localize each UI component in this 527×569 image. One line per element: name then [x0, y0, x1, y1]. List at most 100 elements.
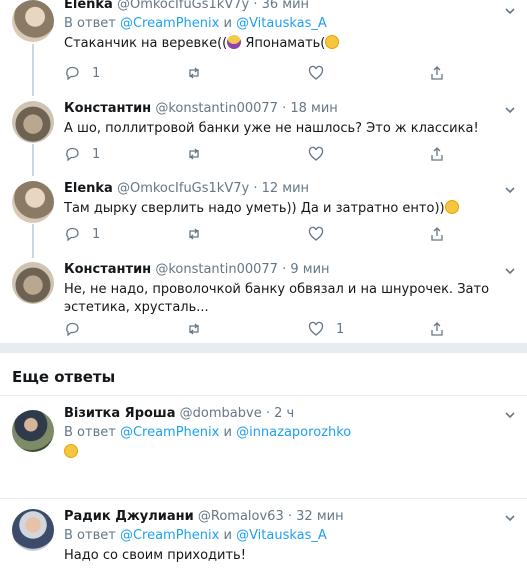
reply-prefix: В ответ	[64, 425, 116, 440]
reply-prefix: В ответ	[64, 528, 116, 543]
tweet-text: Не, не надо, проволочкой банку обвязал и…	[64, 282, 490, 315]
user-name[interactable]: Elenka	[64, 0, 113, 12]
separator-dot: ·	[265, 406, 270, 421]
retweet-icon	[189, 323, 199, 335]
mention-link[interactable]: @CreamPhenix	[120, 16, 219, 31]
retweet-button[interactable]	[186, 65, 202, 81]
timestamp[interactable]: 18 мин	[290, 101, 337, 116]
tweet-text: А шо, поллитровой банки уже не нашлось? …	[64, 121, 479, 136]
avatar[interactable]	[12, 0, 54, 42]
like-button[interactable]	[308, 65, 324, 81]
retweet-button[interactable]	[186, 321, 202, 337]
tweet-text-part: Там дырку сверлить надо уметь)) Да и зат…	[64, 201, 445, 216]
tweet-actions: 1	[64, 146, 454, 164]
like-button[interactable]	[308, 146, 324, 162]
mention-link[interactable]: @CreamPhenix	[120, 528, 219, 543]
rolling-on-floor-laughing-emoji	[61, 441, 81, 461]
chevron-down-icon[interactable]	[503, 511, 517, 525]
mention-link[interactable]: @CreamPhenix	[120, 425, 219, 440]
user-handle[interactable]: @konstantin00077	[155, 262, 278, 277]
timestamp[interactable]: 12 мин	[262, 181, 309, 196]
timestamp[interactable]: 2 ч	[274, 406, 294, 421]
share-button[interactable]	[429, 65, 445, 81]
like-button[interactable]: 1	[308, 321, 344, 337]
avatar[interactable]	[12, 509, 54, 551]
user-name[interactable]: Візитка Яроша	[64, 406, 176, 421]
retweet-icon	[189, 148, 199, 160]
mention-link[interactable]: @innazaporozhko	[236, 425, 351, 440]
tweet-actions: 1	[64, 321, 454, 339]
retweet-icon	[189, 67, 199, 79]
tweet-header: Константин @konstantin00077 · 9 мин	[64, 262, 515, 278]
reply-button[interactable]: 1	[64, 65, 100, 81]
tweet-header: Візитка Яроша @dombabve · 2 ч	[64, 406, 515, 422]
avatar[interactable]	[12, 101, 54, 143]
user-handle[interactable]: @konstantin00077	[155, 101, 278, 116]
reply-button[interactable]	[64, 321, 92, 337]
tweet-actions: 1	[64, 226, 454, 244]
mention-link[interactable]: @Vitauskas_A	[236, 16, 327, 31]
heart-icon	[308, 321, 324, 336]
avatar[interactable]	[12, 262, 54, 304]
like-count: 1	[336, 321, 345, 337]
tweet-header: Радик Джулиани @Romalov63 · 32 мин	[64, 509, 515, 525]
chevron-down-icon[interactable]	[503, 103, 517, 117]
reply-icon	[66, 147, 79, 162]
reply-button[interactable]: 1	[64, 226, 100, 242]
section-separator	[0, 343, 527, 353]
tweet-header: Константин @konstantin00077 · 18 мин	[64, 101, 515, 117]
reply-count: 1	[92, 226, 101, 242]
user-name[interactable]: Константин	[64, 101, 151, 116]
reply-and: и	[223, 425, 232, 440]
timestamp[interactable]: 32 мин	[296, 509, 343, 524]
retweet-button[interactable]	[186, 226, 202, 242]
share-button[interactable]	[429, 146, 445, 162]
chevron-down-icon[interactable]	[503, 4, 517, 18]
tweet[interactable]: Радик Джулиани @Romalov63 · 32 мин В отв…	[0, 509, 527, 569]
mention-link[interactable]: @Vitauskas_A	[236, 528, 327, 543]
retweet-icon	[189, 228, 199, 240]
tweet[interactable]: Візитка Яроша @dombabve · 2 ч В ответ @C…	[0, 406, 527, 486]
reply-icon	[66, 66, 79, 81]
tweet-text: Там дырку сверлить надо уметь)) Да и зат…	[64, 200, 515, 218]
separator-dot: ·	[282, 101, 287, 116]
reply-to: В ответ @CreamPhenix и @Vitauskas_A	[64, 15, 515, 32]
reply-button[interactable]: 1	[64, 146, 100, 162]
divider	[0, 498, 527, 499]
tweet-text: Стаканчик на веревке(( Японамать(	[64, 35, 515, 53]
avatar[interactable]	[12, 181, 54, 223]
user-name[interactable]: Elenka	[64, 181, 113, 196]
share-icon	[431, 227, 443, 241]
chevron-down-icon[interactable]	[503, 264, 517, 278]
reply-and: и	[223, 528, 232, 543]
chevron-down-icon[interactable]	[503, 183, 517, 197]
tweet-text: Надо со своим приходить!	[64, 548, 246, 563]
tweet-header: Elenka @OmkocIfuGs1kV7y · 12 мин	[64, 181, 515, 197]
hugging-face-emoji	[444, 200, 459, 214]
separator-dot: ·	[253, 0, 258, 12]
user-handle[interactable]: @dombabve	[180, 406, 262, 421]
separator-dot: ·	[253, 181, 258, 196]
share-icon	[431, 322, 443, 336]
separator-dot: ·	[282, 262, 287, 277]
retweet-button[interactable]	[186, 146, 202, 162]
share-icon	[431, 66, 443, 80]
timestamp[interactable]: 9 мин	[290, 262, 329, 277]
timestamp[interactable]: 36 мин	[262, 0, 309, 12]
like-button[interactable]	[308, 226, 324, 242]
heart-icon	[308, 146, 324, 161]
tweet-header: Elenka @OmkocIfuGs1kV7y · 36 мин	[64, 0, 515, 13]
user-handle[interactable]: @OmkocIfuGs1kV7y	[117, 181, 249, 196]
tweet-text-part: Японамать(	[241, 36, 326, 51]
user-name[interactable]: Константин	[64, 262, 151, 277]
user-handle[interactable]: @OmkocIfuGs1kV7y	[117, 0, 249, 12]
chevron-down-icon[interactable]	[503, 408, 517, 422]
user-handle[interactable]: @Romalov63	[198, 509, 284, 524]
heart-icon	[308, 65, 324, 80]
share-button[interactable]	[429, 321, 445, 337]
user-name[interactable]: Радик Джулиани	[64, 509, 194, 524]
reply-icon	[66, 322, 79, 337]
share-button[interactable]	[429, 226, 445, 242]
divider	[0, 395, 527, 396]
avatar[interactable]	[12, 410, 54, 452]
